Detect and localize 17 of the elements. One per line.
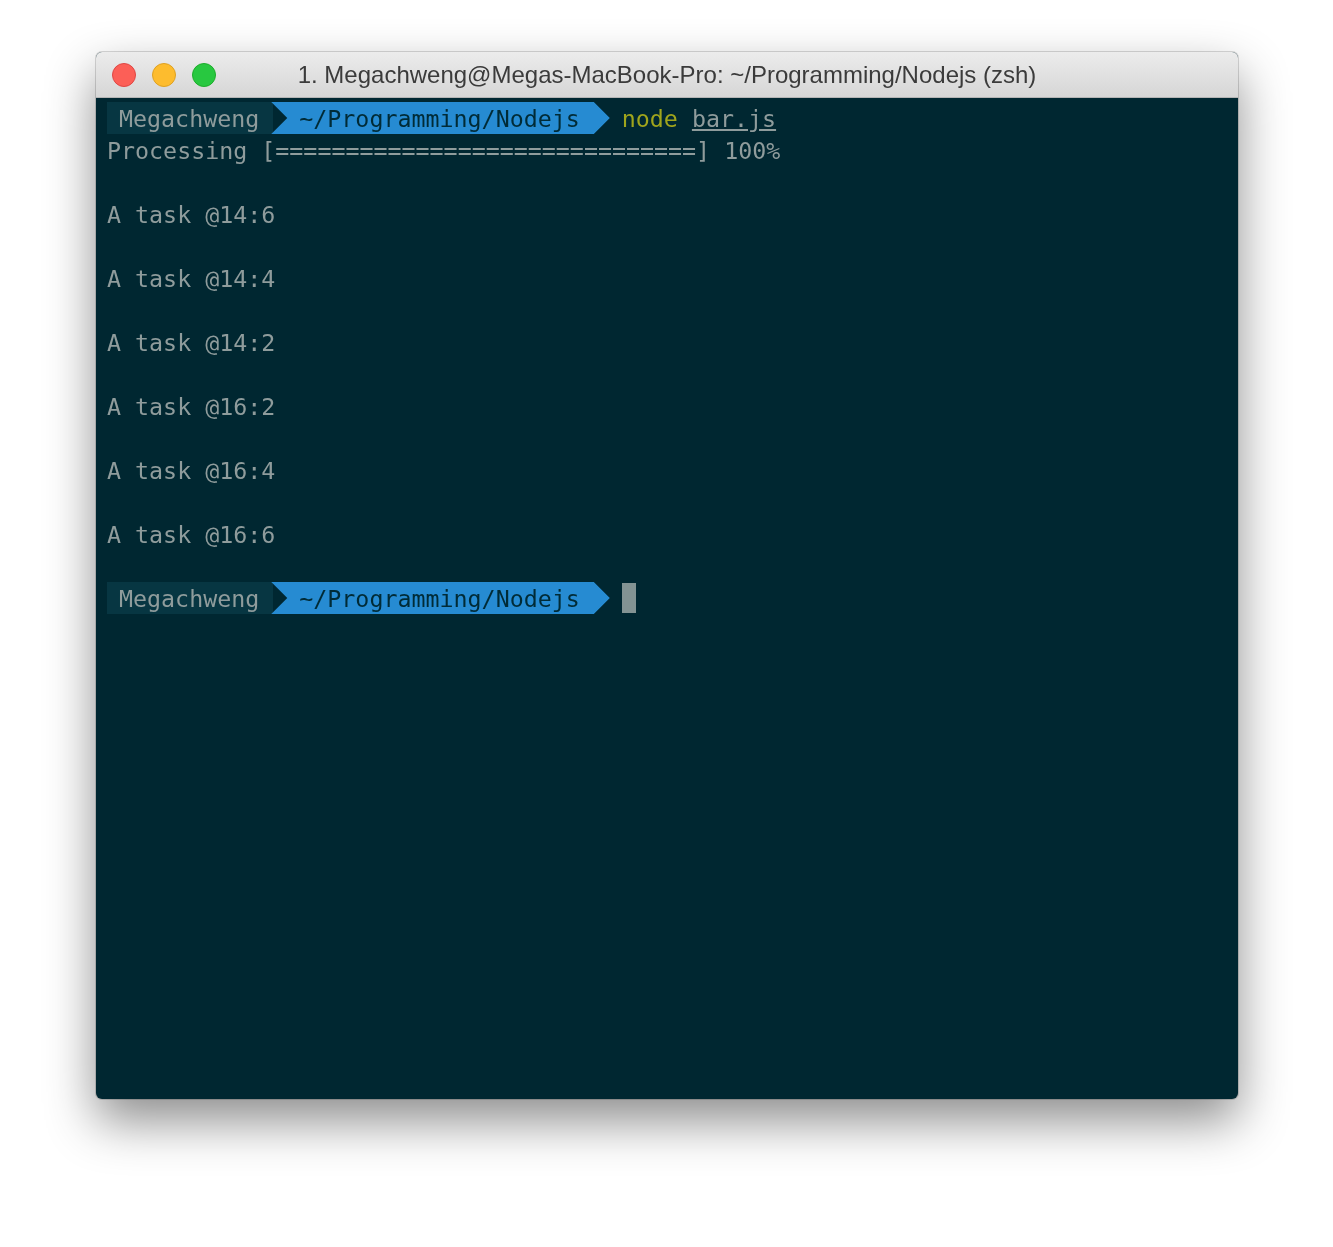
prompt-path-segment: ~/Programming/Nodejs (271, 102, 610, 134)
prompt-user-segment: Megachweng (107, 582, 274, 614)
command-text: node (621, 104, 678, 132)
output-line: Processing [==============================] 100% (107, 136, 781, 164)
prompt-user-segment: Megachweng (107, 102, 274, 134)
output-line: A task @16:6 (107, 520, 276, 548)
close-button[interactable] (112, 62, 136, 87)
window-title: 1. Megachweng@Megas-MacBook-Pro: ~/Programming/Nodejs (zsh) (297, 60, 1037, 89)
output-line: A task @16:2 (107, 392, 276, 420)
zoom-button[interactable] (192, 62, 216, 87)
output-line: A task @14:6 (107, 200, 276, 228)
output-line: A task @14:2 (107, 328, 276, 356)
prompt-path-segment: ~/Programming/Nodejs (271, 582, 610, 614)
output-line: A task @16:4 (107, 456, 276, 484)
output-line: A task @14:4 (107, 264, 276, 292)
minimize-button[interactable] (152, 62, 176, 87)
command-argument: bar.js (691, 104, 777, 132)
